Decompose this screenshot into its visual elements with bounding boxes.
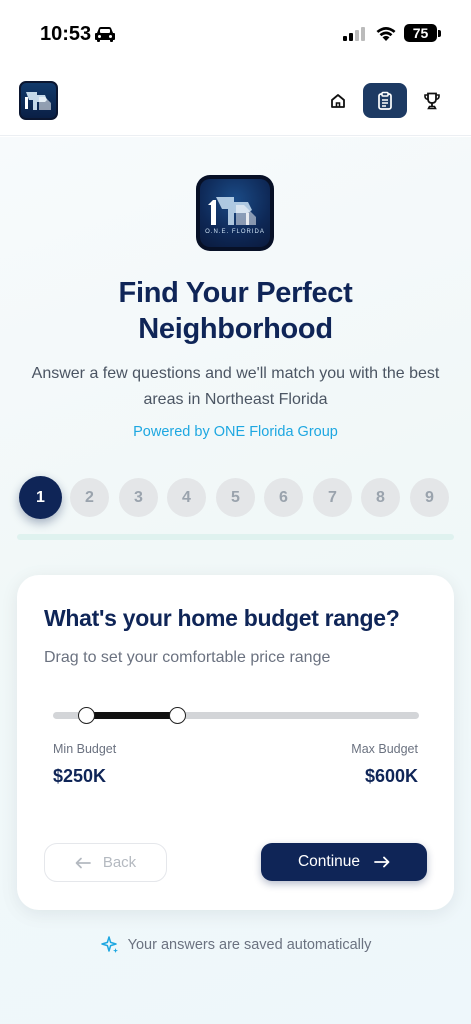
car-icon [94,26,116,47]
app-header [0,70,471,136]
home-icon [331,93,345,108]
min-budget-value: $250K [53,766,107,786]
back-button-label: Back [102,854,137,871]
hero-logo-inner: O.N.E. FLORIDA [200,179,270,247]
hero-logo: O.N.E. FLORIDA [196,175,274,251]
continue-button[interactable]: Continue [261,843,427,881]
step-3[interactable]: 3 [119,478,158,517]
florida-logo-icon [24,91,51,110]
max-budget-label: Max Budget [351,742,418,756]
nav-home-button[interactable] [316,83,360,118]
back-button[interactable]: Back [44,843,167,882]
powered-by-link[interactable]: Powered by ONE Florida Group [0,424,471,440]
battery-level: 75 [412,25,429,41]
max-budget-thumb[interactable] [169,707,187,724]
progress-bar [17,534,454,540]
battery-nub [438,30,441,37]
question-title: What's your home budget range? [44,605,400,631]
arrow-left-icon [75,857,91,868]
cellular-signal-icon [343,27,367,46]
page-subtitle: Answer a few questions and we'll match y… [31,365,440,408]
page-title-line-1: Find Your Perfect [118,277,353,309]
battery-indicator: 75 [404,24,437,42]
step-8[interactable]: 8 [361,478,400,517]
nav-quiz-button[interactable] [363,83,407,118]
step-indicator: 123456789 [19,476,459,520]
sparkle-icon [100,936,118,953]
question-card: What's your home budget range? Drag to s… [17,575,454,910]
status-time: 10:53 [40,23,92,45]
step-5[interactable]: 5 [216,478,255,517]
step-9[interactable]: 9 [410,478,449,517]
min-budget-thumb[interactable] [77,707,95,724]
min-budget-label: Min Budget [53,742,117,756]
step-6[interactable]: 6 [264,478,303,517]
header-logo[interactable] [19,81,58,120]
step-2[interactable]: 2 [70,478,109,517]
continue-button-label: Continue [297,853,361,870]
step-7[interactable]: 7 [313,478,352,517]
step-4[interactable]: 4 [167,478,206,517]
status-bar: 10:53 75 [0,0,471,70]
step-1[interactable]: 1 [19,476,62,519]
max-budget-value: $600K [364,766,418,786]
autosave-note: Your answers are saved automatically [0,935,471,955]
autosave-text: Your answers are saved automatically [127,937,372,953]
trophy-icon [424,92,440,109]
wifi-icon [375,25,397,47]
budget-range-slider[interactable] [53,707,419,724]
arrow-right-icon [374,856,390,868]
main-content: O.N.E. FLORIDA Find Your Perfect Neighbo… [0,137,471,1024]
question-subtitle: Drag to set your comfortable price range [44,649,331,666]
slider-selected-range [85,712,178,719]
clipboard-icon [378,91,392,110]
logo-tagline: O.N.E. FLORIDA [205,229,265,235]
page-title: Find Your Perfect Neighborhood [0,275,471,347]
nav-trophy-button[interactable] [410,83,454,118]
page-title-line-2: Neighborhood [138,313,333,345]
